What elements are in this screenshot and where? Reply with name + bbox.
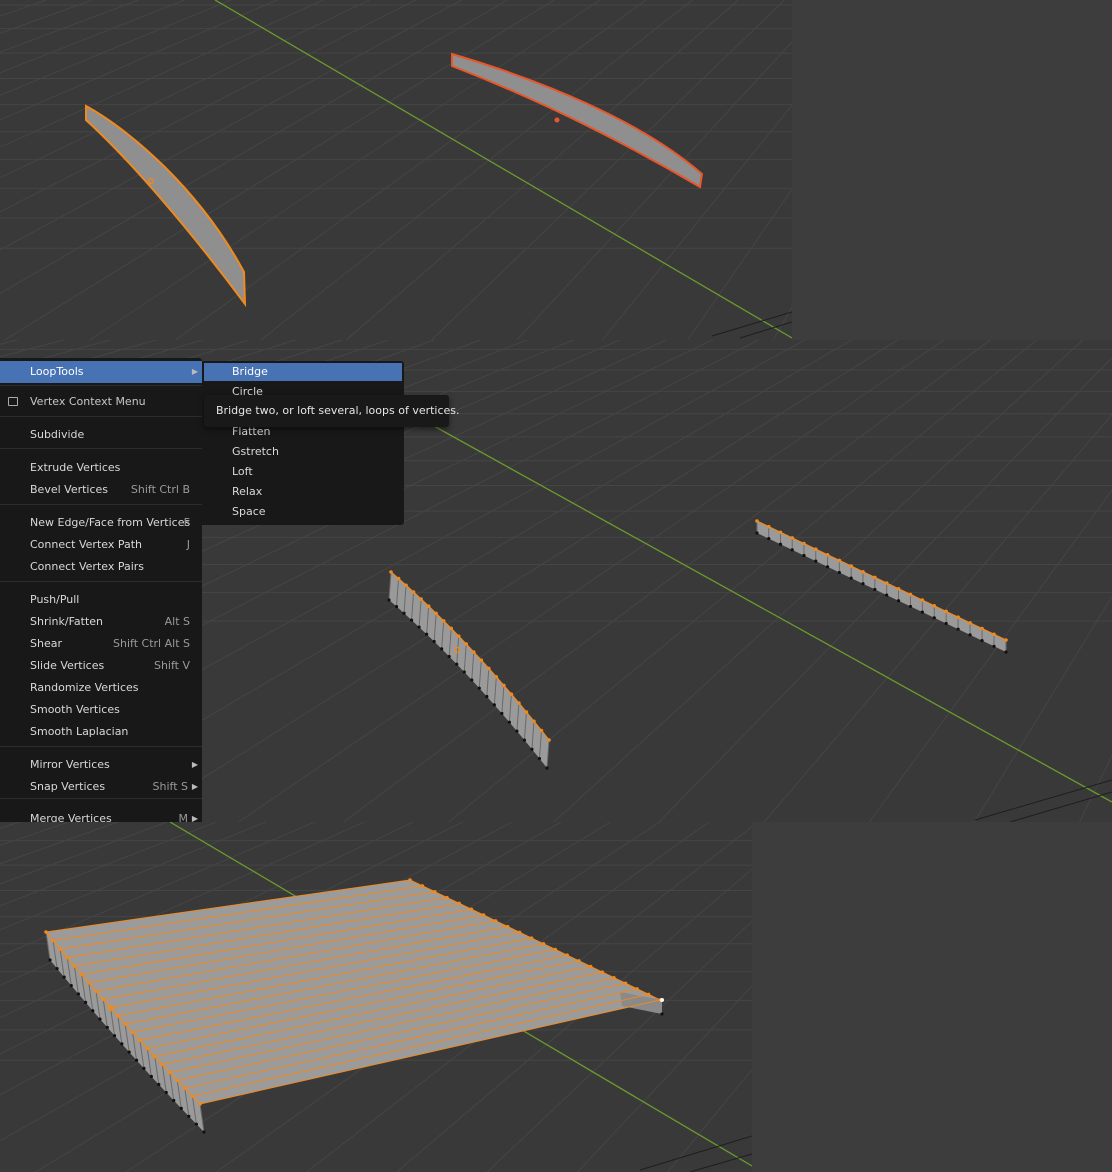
vertex-loop-right[interactable] bbox=[755, 519, 1008, 654]
looptools-submenu: BridgeCircleCurveFlattenGstretchLoftRela… bbox=[202, 361, 404, 525]
mesh-shape-right[interactable] bbox=[451, 52, 704, 189]
viewport-scene-bottom bbox=[0, 822, 752, 1172]
menu-item-snap-vertices[interactable]: Snap Vertices Shift S ▶ bbox=[0, 776, 202, 798]
y-axis-line bbox=[404, 409, 1112, 803]
menu-item-shear[interactable]: Shear Shift Ctrl Alt S bbox=[0, 633, 202, 655]
menu-item-shortcut: M bbox=[178, 812, 189, 822]
menu-item-connect-vertex-path[interactable]: Connect Vertex Path J bbox=[0, 534, 202, 556]
menu-item-shortcut: Shift Ctrl B bbox=[130, 483, 190, 496]
menu-item-label: Randomize Vertices bbox=[30, 681, 139, 694]
menu-item-label: Merge Vertices bbox=[30, 812, 112, 822]
viewport-panel-bottom[interactable] bbox=[0, 822, 752, 1172]
menu-item-randomize-vertices[interactable]: Randomize Vertices bbox=[0, 677, 202, 699]
menu-item-merge-vertices[interactable]: Merge Vertices M ▶ bbox=[0, 808, 202, 822]
menu-item-label: Connect Vertex Path bbox=[30, 538, 142, 551]
menu-separator bbox=[0, 746, 202, 747]
menu-item-extrude-vertices[interactable]: Extrude Vertices bbox=[0, 457, 202, 479]
menu-item-connect-vertex-pairs[interactable]: Connect Vertex Pairs bbox=[0, 556, 202, 578]
menu-item-push-pull[interactable]: Push/Pull bbox=[0, 589, 202, 611]
menu-item-label: Vertex Context Menu bbox=[30, 395, 146, 408]
menu-item-subdivide[interactable]: Subdivide bbox=[0, 424, 202, 446]
y-axis-line bbox=[214, 0, 792, 339]
menu-item-new-edge-face-from-vertices[interactable]: New Edge/Face from Vertices F bbox=[0, 512, 202, 534]
menu-item-shortcut: Shift V bbox=[153, 659, 190, 672]
menu-icon bbox=[8, 397, 18, 406]
menu-separator bbox=[0, 504, 202, 505]
menu-separator bbox=[0, 385, 202, 386]
submenu-arrow-icon: ▶ bbox=[191, 367, 198, 376]
menu-item-label: Shrink/Fatten bbox=[30, 615, 104, 628]
menu-item-label: Mirror Vertices bbox=[30, 758, 110, 771]
menu-item-label: Connect Vertex Pairs bbox=[30, 560, 145, 573]
menu-item-smooth-vertices[interactable]: Smooth Vertices bbox=[0, 699, 202, 721]
menu-item-label: Smooth Laplacian bbox=[30, 725, 129, 738]
menu-separator bbox=[0, 416, 202, 417]
submenu-item-bridge[interactable]: Bridge bbox=[204, 363, 402, 381]
vertex-loop-left[interactable] bbox=[387, 570, 551, 770]
vertex-context-menu: LoopTools ▶ Vertex Context Menu Subdivide Ex… bbox=[0, 358, 202, 822]
menu-item-label: Shear bbox=[30, 637, 62, 650]
menu-item-mirror-vertices[interactable]: Mirror Vertices ▶ bbox=[0, 754, 202, 776]
menu-item-vertex-context-menu: Vertex Context Menu bbox=[0, 391, 202, 413]
menu-item-label: Push/Pull bbox=[30, 593, 80, 606]
menu-separator bbox=[0, 798, 202, 799]
menu-item-shortcut: F bbox=[183, 516, 190, 529]
submenu-arrow-icon: ▶ bbox=[191, 782, 198, 791]
menu-item-label: New Edge/Face from Vertices bbox=[30, 516, 191, 529]
menu-item-shortcut: Shift Ctrl Alt S bbox=[113, 637, 190, 650]
menu-item-looptools[interactable]: LoopTools ▶ bbox=[0, 361, 202, 383]
menu-item-shortcut: Shift S bbox=[152, 780, 188, 793]
menu-item-shortcut: J bbox=[186, 538, 190, 551]
submenu-arrow-icon: ▶ bbox=[191, 760, 198, 769]
menu-item-slide-vertices[interactable]: Slide Vertices Shift V bbox=[0, 655, 202, 677]
menu-item-label: Slide Vertices bbox=[30, 659, 105, 672]
submenu-item-gstretch[interactable]: Gstretch bbox=[204, 443, 402, 461]
submenu-item-loft[interactable]: Loft bbox=[204, 463, 402, 481]
bridge-tooltip: Bridge two, or loft several, loops of ve… bbox=[204, 395, 460, 427]
submenu-item-relax[interactable]: Relax bbox=[204, 483, 402, 501]
menu-item-label: Snap Vertices bbox=[30, 780, 106, 793]
origin-point-right bbox=[554, 117, 560, 123]
menu-item-shortcut: Alt S bbox=[164, 615, 190, 628]
submenu-arrow-icon: ▶ bbox=[191, 814, 198, 822]
menu-item-bevel-vertices[interactable]: Bevel Vertices Shift Ctrl B bbox=[0, 479, 202, 501]
menu-item-smooth-laplacian[interactable]: Smooth Laplacian bbox=[0, 721, 202, 743]
menu-separator bbox=[0, 448, 202, 449]
menu-item-label: Bevel Vertices bbox=[30, 483, 109, 496]
menu-item-label: Smooth Vertices bbox=[30, 703, 120, 716]
viewport-scene-top bbox=[0, 0, 792, 340]
menu-separator bbox=[0, 581, 202, 582]
menu-item-label: LoopTools bbox=[30, 365, 84, 378]
menu-item-label: Extrude Vertices bbox=[30, 461, 121, 474]
menu-item-shrink-fatten[interactable]: Shrink/Fatten Alt S bbox=[0, 611, 202, 633]
submenu-item-space[interactable]: Space bbox=[204, 503, 402, 521]
viewport-panel-top[interactable] bbox=[0, 0, 792, 340]
menu-item-label: Subdivide bbox=[30, 428, 85, 441]
